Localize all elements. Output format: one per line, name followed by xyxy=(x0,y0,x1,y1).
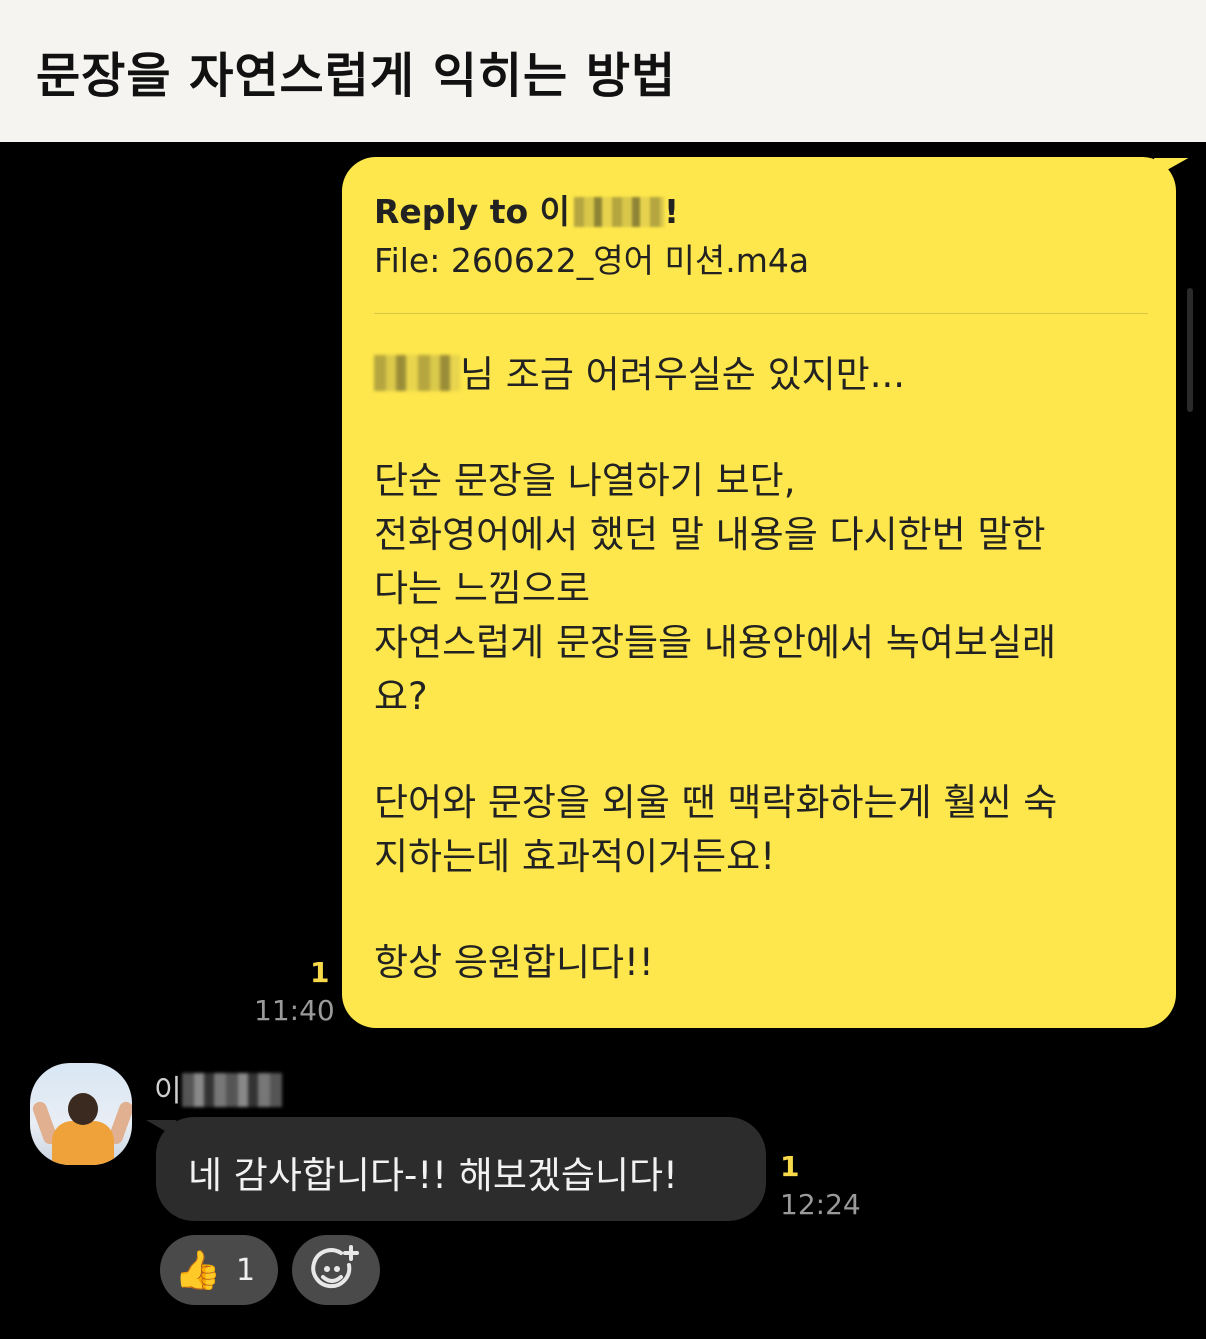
message-line: 단순 문장을 나열하기 보단, xyxy=(374,459,796,502)
blurred-name xyxy=(374,355,460,391)
message-line: 단어와 문장을 외울 땐 맥락화하는게 훨씬 숙 xyxy=(374,781,1058,824)
avatar[interactable] xyxy=(30,1063,132,1165)
message-line: 님 조금 어려우실순 있지만... xyxy=(374,348,1154,402)
blurred-name xyxy=(574,197,665,227)
reply-header[interactable]: Reply to 이! xyxy=(374,185,679,233)
message-time: 12:24 xyxy=(780,1188,861,1221)
sender-name[interactable]: 이 xyxy=(154,1066,282,1110)
blurred-name xyxy=(181,1073,282,1107)
unread-count: 1 xyxy=(310,956,330,989)
unread-count: 1 xyxy=(780,1150,800,1183)
add-reaction-button[interactable] xyxy=(292,1235,380,1305)
reaction-thumbs-up[interactable]: 👍 1 xyxy=(160,1235,278,1305)
reply-file-name[interactable]: File: 260622_영어 미션.m4a xyxy=(374,234,809,282)
add-emoji-icon xyxy=(311,1245,359,1289)
outgoing-message-text: 님 조금 어려우실순 있지만... 단순 문장을 나열하기 보단, 전화영어에서… xyxy=(374,348,1154,990)
message-line: 자연스럽게 문장들을 내용안에서 녹여보실래 xyxy=(374,621,1057,664)
scrollbar[interactable] xyxy=(1187,288,1193,412)
header: 문장을 자연스럽게 익히는 방법 xyxy=(0,0,1206,142)
reaction-count: 1 xyxy=(236,1253,256,1288)
message-line: 다는 느낌으로 xyxy=(374,567,591,610)
reply-divider xyxy=(374,313,1148,314)
thumbs-up-icon: 👍 xyxy=(174,1248,222,1292)
message-time: 11:40 xyxy=(254,994,335,1027)
reply-label: Reply to 이 xyxy=(374,192,571,231)
reply-suffix: ! xyxy=(664,192,680,231)
page-title: 문장을 자연스럽게 익히는 방법 xyxy=(36,48,677,104)
incoming-message-text: 네 감사합니다-!! 해보겠습니다! xyxy=(188,1154,678,1197)
message-line: 항상 응원합니다!! xyxy=(374,941,654,984)
message-line: 전화영어에서 했던 말 내용을 다시한번 말한 xyxy=(374,513,1046,556)
message-line: 지하는데 효과적이거든요! xyxy=(374,835,776,878)
message-line: 요? xyxy=(374,675,428,718)
